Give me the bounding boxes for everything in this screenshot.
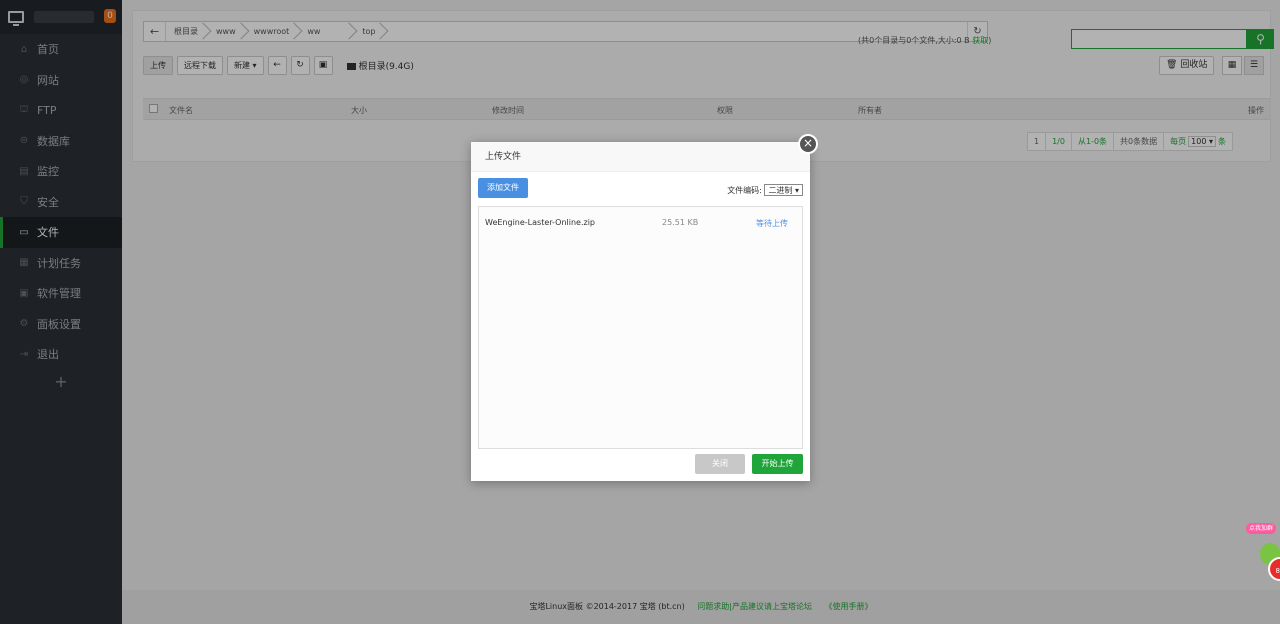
dialog-title: 上传文件 xyxy=(471,142,810,172)
join-group-label: 点我加群 xyxy=(1246,523,1277,534)
file-size: 25.51 KB xyxy=(662,218,699,227)
join-group-widget[interactable]: 点我加群 87 xyxy=(1246,519,1280,581)
encoding-select[interactable]: 二进制 ▾ xyxy=(764,184,803,196)
file-name: WeEngine-Laster-Online.zip xyxy=(485,218,595,227)
close-icon[interactable]: × xyxy=(798,134,818,154)
start-upload-button[interactable]: 开始上传 xyxy=(752,454,803,474)
upload-status: 等待上传 xyxy=(756,219,788,228)
add-files-button[interactable]: 添加文件 xyxy=(478,178,528,198)
file-list: WeEngine-Laster-Online.zip 25.51 KB 等待上传 xyxy=(478,206,803,449)
encoding-control: 文件编码: 二进制 ▾ xyxy=(727,184,803,196)
close-button[interactable]: 关闭 xyxy=(695,454,745,474)
upload-dialog: 上传文件 添加文件 文件编码: 二进制 ▾ WeEngine-Laster-On… xyxy=(471,142,810,481)
